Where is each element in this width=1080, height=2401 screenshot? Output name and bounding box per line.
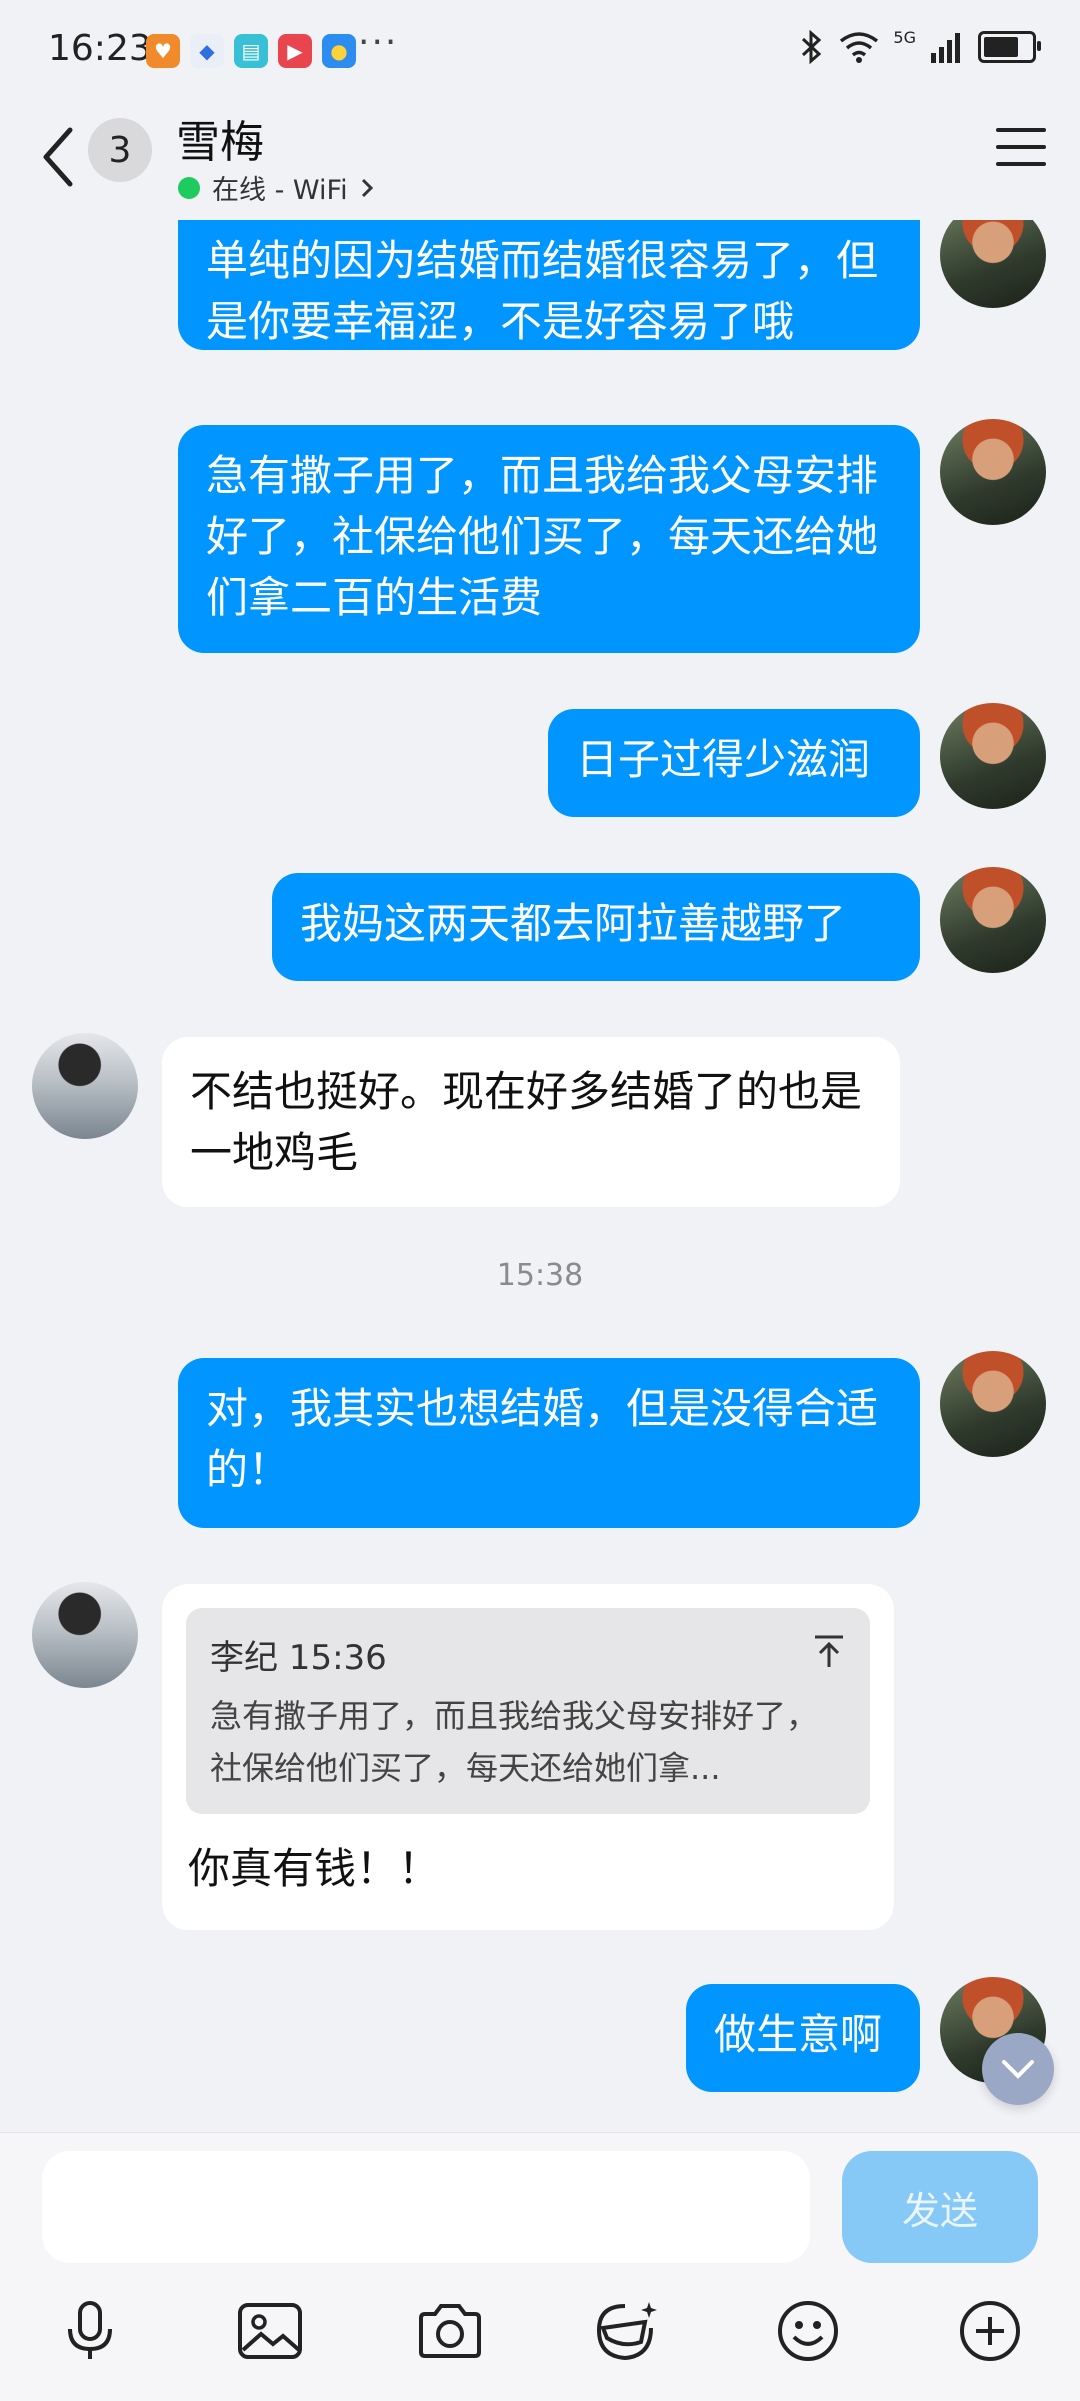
online-status-text: 在线 - WiFi [212,175,348,206]
battery-icon [978,31,1041,63]
chevron-left-icon [43,127,73,187]
microphone-icon [68,2301,112,2359]
input-area: 发送 [0,2132,1080,2401]
my-avatar[interactable] [940,419,1046,525]
my-avatar[interactable] [940,867,1046,973]
bluetooth-icon [802,30,822,64]
contact-avatar[interactable] [32,1582,138,1688]
online-status[interactable]: 在线 - WiFi [178,168,378,207]
message-input[interactable] [42,2151,810,2263]
sticker-button[interactable] [588,2291,668,2371]
message-bubble-out[interactable]: 对，我其实也想结婚，但是没得合适的！ [178,1358,920,1528]
red-video-app-icon: ▶ [278,34,312,68]
my-avatar[interactable] [940,703,1046,809]
menu-button[interactable] [996,128,1046,168]
network-type: 5G [893,27,916,47]
quote-author-time: 李纪 15:36 [210,1638,387,1678]
image-button[interactable] [230,2291,310,2371]
message-text: 你真有钱！！ [188,1844,441,1893]
message-bubble-out[interactable]: 做生意啊 [686,1984,920,2092]
status-more: ··· [358,22,399,63]
camera-icon [419,2304,481,2358]
message-bubble-out[interactable]: 日子过得少滋润 [548,709,920,817]
message-text: 单纯的因为结婚而结婚很容易了，但是你要幸福涩，不是好容易了哦 [206,236,879,346]
menu-line [996,162,1046,166]
quote-text: 急有撒子用了，而且我给我父母安排好了，社保给他们买了，每天还给她们拿... [210,1697,819,1787]
message-text: 不结也挺好。现在好多结婚了的也是一地鸡毛 [190,1067,863,1177]
contact-name[interactable]: 雪梅 [176,106,264,170]
message-bubble-in[interactable]: 不结也挺好。现在好多结婚了的也是一地鸡毛 [162,1037,900,1207]
wifi-icon [840,32,879,63]
menu-line [996,128,1046,132]
chevron-down-icon [1002,2060,1034,2079]
message-text: 做生意啊 [714,2010,883,2059]
sticker-face-icon [596,2302,657,2361]
unread-count-badge[interactable]: 3 [88,118,152,182]
send-button[interactable]: 发送 [842,2151,1038,2263]
message-bubble-out[interactable]: 急有撒子用了，而且我给我父母安排好了，社保给他们买了，每天还给她们拿二百的生活费 [178,425,920,653]
jump-to-quote-icon[interactable] [812,1628,846,1689]
plus-icon [960,2301,1020,2361]
message-text: 急有撒子用了，而且我给我父母安排好了，社保给他们买了，每天还给她们拿二百的生活费 [206,451,879,622]
status-bar: 16:23 ♥ ◆ ▤ ▶ ● ··· 5G [0,0,1080,100]
message-bubble-out[interactable]: 我妈这两天都去阿拉善越野了 [272,873,920,981]
emoji-button[interactable] [768,2291,848,2371]
scroll-to-bottom-button[interactable] [982,2033,1054,2105]
blue-yellow-app-icon: ● [322,34,356,68]
chat-header: 3 雪梅 在线 - WiFi [0,100,1080,220]
time-separator: 15:38 [496,1258,584,1293]
message-bubble-out[interactable]: 单纯的因为结婚而结婚很容易了，但是你要幸福涩，不是好容易了哦 [178,220,920,350]
teal-book-app-icon: ▤ [234,34,268,68]
image-icon [238,2303,302,2359]
more-plus-button[interactable] [950,2291,1030,2371]
emoji-icon [778,2301,838,2361]
status-app-icons: ♥ ◆ ▤ ▶ ● [146,34,356,68]
status-time: 16:23 [48,28,152,69]
quoted-message[interactable]: 李纪 15:36 急有撒子用了，而且我给我父母安排好了，社保给他们买了，每天还给… [186,1608,870,1814]
my-avatar[interactable] [940,1351,1046,1457]
message-text: 对，我其实也想结婚，但是没得合适的！ [206,1384,879,1494]
menu-line [996,145,1046,149]
status-icons: 5G [799,27,1041,64]
message-text: 我妈这两天都去阿拉善越野了 [300,899,847,948]
contact-avatar[interactable] [32,1033,138,1139]
my-avatar[interactable] [940,220,1046,308]
message-text: 日子过得少滋润 [576,735,871,784]
orange-heart-app-icon: ♥ [146,34,180,68]
blue-app-icon: ◆ [190,34,224,68]
input-toolbar [0,2291,1080,2391]
chat-messages[interactable]: 单纯的因为结婚而结婚很容易了，但是你要幸福涩，不是好容易了哦 急有撒子用了，而且… [0,220,1080,2132]
signal-icon [931,33,960,63]
battery-fill [984,37,1018,57]
online-dot-icon [178,176,200,199]
voice-button[interactable] [50,2291,130,2371]
camera-button[interactable] [410,2291,490,2371]
chevron-right-icon [361,178,373,197]
back-button[interactable] [36,122,80,192]
message-bubble-in-with-quote[interactable]: 李纪 15:36 急有撒子用了，而且我给我父母安排好了，社保给他们买了，每天还给… [162,1584,894,1930]
